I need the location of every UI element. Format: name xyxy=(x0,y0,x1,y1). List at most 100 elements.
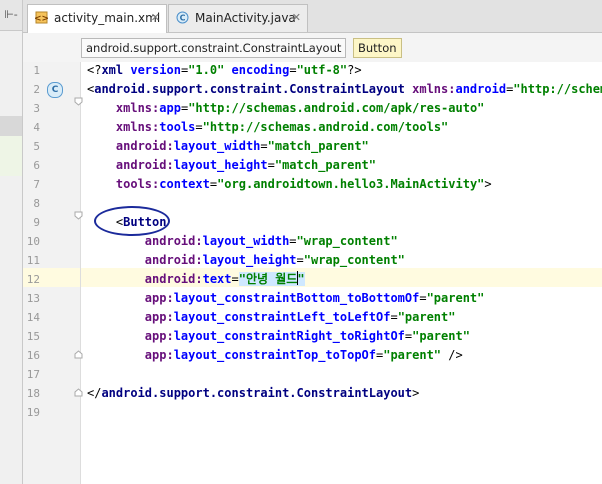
code-token: "http://schemas xyxy=(513,82,602,96)
line-number: 18 xyxy=(26,387,40,400)
breadcrumb-item-constraintlayout[interactable]: android.support.constraint.ConstraintLay… xyxy=(81,38,347,58)
tab-activity-main-xml[interactable]: <> activity_main.xml ✕ xyxy=(27,4,167,33)
line-number: 15 xyxy=(26,330,40,343)
code-line[interactable]: app:layout_constraintRight_toRightOf="pa… xyxy=(87,327,470,346)
strip-highlight xyxy=(0,116,22,136)
code-token: "parent" xyxy=(397,310,456,324)
class-reference-icon[interactable]: C xyxy=(47,82,63,98)
code-token: android.support.constraint.ConstraintLay… xyxy=(94,82,413,96)
code-token: layout_constraintLeft_toLeftOf xyxy=(173,310,391,324)
line-number: 13 xyxy=(26,292,40,305)
line-number: 2 xyxy=(33,83,40,96)
code-line[interactable]: xmlns:app="http://schemas.android.com/ap… xyxy=(87,99,485,118)
code-token: android: xyxy=(144,234,203,248)
code-line[interactable]: android:layout_width="match_parent" xyxy=(87,137,369,156)
close-icon[interactable]: ✕ xyxy=(292,5,301,31)
code-token: "wrap_content" xyxy=(303,253,405,267)
code-token: tools xyxy=(159,120,196,134)
line-number: 10 xyxy=(26,235,40,248)
breadcrumb-item-button[interactable]: Button xyxy=(353,38,402,58)
xml-file-icon: <> xyxy=(35,11,48,24)
code-token: "parent" xyxy=(412,329,470,343)
code-token: = xyxy=(209,177,218,191)
code-token: xmlns: xyxy=(115,101,160,115)
fold-icon[interactable] xyxy=(74,97,83,106)
code-line[interactable]: android:layout_height="wrap_content" xyxy=(87,251,405,270)
line-number: 12 xyxy=(26,273,40,286)
svg-text:<>: <> xyxy=(35,14,48,24)
text-caret xyxy=(297,271,298,285)
code-line[interactable]: app:layout_constraintBottom_toBottomOf="… xyxy=(87,289,485,308)
code-token: = xyxy=(231,272,239,286)
code-token: > xyxy=(484,177,492,191)
code-line[interactable]: android:text="안녕 월드" xyxy=(87,270,305,289)
line-number: 11 xyxy=(26,254,40,267)
code-token: android.support.constraint.ConstraintLay… xyxy=(101,386,413,400)
code-token: app: xyxy=(144,329,174,343)
line-number: 8 xyxy=(33,197,40,210)
hand-drawn-circle-annotation xyxy=(94,206,170,236)
code-token: "parent" xyxy=(426,291,485,305)
line-number: 7 xyxy=(33,178,40,191)
code-token: "org.androidtown.hello3.MainActivity" xyxy=(217,177,485,191)
code-token: = xyxy=(195,120,203,134)
line-number: 5 xyxy=(33,140,40,153)
line-number: 4 xyxy=(33,121,40,134)
code-token: "match_parent" xyxy=(274,158,377,172)
fold-end-icon[interactable] xyxy=(74,388,83,397)
java-class-icon: C xyxy=(176,11,189,24)
code-token: layout_constraintTop_toTopOf xyxy=(173,348,376,362)
code-token: = xyxy=(390,310,398,324)
code-token: "http://schemas.android.com/tools" xyxy=(202,120,449,134)
code-token: app xyxy=(159,101,181,115)
code-token: "parent" xyxy=(383,348,442,362)
code-token: xmlns: xyxy=(412,82,456,96)
code-token: layout_constraintRight_toRightOf xyxy=(173,329,405,343)
close-icon[interactable]: ✕ xyxy=(151,5,160,31)
code-token: > xyxy=(412,386,420,400)
code-token: "wrap_content" xyxy=(296,234,398,248)
code-token: layout_constraintBottom_toBottomOf xyxy=(173,291,420,305)
code-line[interactable]: app:layout_constraintTop_toTopOf="parent… xyxy=(87,346,463,365)
tab-mainactivity-java[interactable]: C MainActivity.java ✕ xyxy=(168,4,308,32)
code-token: app: xyxy=(144,348,174,362)
fold-end-icon[interactable] xyxy=(74,350,83,359)
code-line[interactable]: <android.support.constraint.ConstraintLa… xyxy=(87,80,602,99)
tool-window-toggle[interactable]: ⊩- xyxy=(0,0,22,31)
svg-text:C: C xyxy=(180,14,186,23)
code-token: android: xyxy=(144,272,203,286)
code-line[interactable]: tools:context="org.androidtown.hello3.Ma… xyxy=(87,175,492,194)
code-line[interactable]: xmlns:tools="http://schemas.android.com/… xyxy=(87,118,448,137)
code-token: layout_width xyxy=(202,234,290,248)
code-token: app: xyxy=(144,310,174,324)
code-token: "1.0" xyxy=(188,63,225,77)
code-line[interactable]: android:layout_height="match_parent" xyxy=(87,156,376,175)
code-line[interactable]: </android.support.constraint.ConstraintL… xyxy=(87,384,419,403)
code-token: android: xyxy=(144,253,203,267)
code-token: layout_height xyxy=(202,253,297,267)
line-number: 14 xyxy=(26,311,40,324)
code-token: "match_parent" xyxy=(267,139,369,153)
strip-highlight-green xyxy=(0,136,22,176)
code-token: text xyxy=(202,272,232,286)
left-tool-strip: ⊩- xyxy=(0,0,23,484)
code-token: tools: xyxy=(115,177,160,191)
fold-icon[interactable] xyxy=(74,211,83,220)
code-line[interactable]: <?xml version="1.0" encoding="utf-8"?> xyxy=(87,61,362,80)
code-token: xmlns: xyxy=(115,120,160,134)
code-token: app: xyxy=(144,291,174,305)
code-line[interactable]: app:layout_constraintLeft_toLeftOf="pare… xyxy=(87,308,456,327)
breadcrumb: android.support.constraint.ConstraintLay… xyxy=(23,33,602,63)
code-token: = xyxy=(289,234,297,248)
code-token: xml xyxy=(101,63,131,77)
code-token: </ xyxy=(87,386,102,400)
line-number: 3 xyxy=(33,102,40,115)
